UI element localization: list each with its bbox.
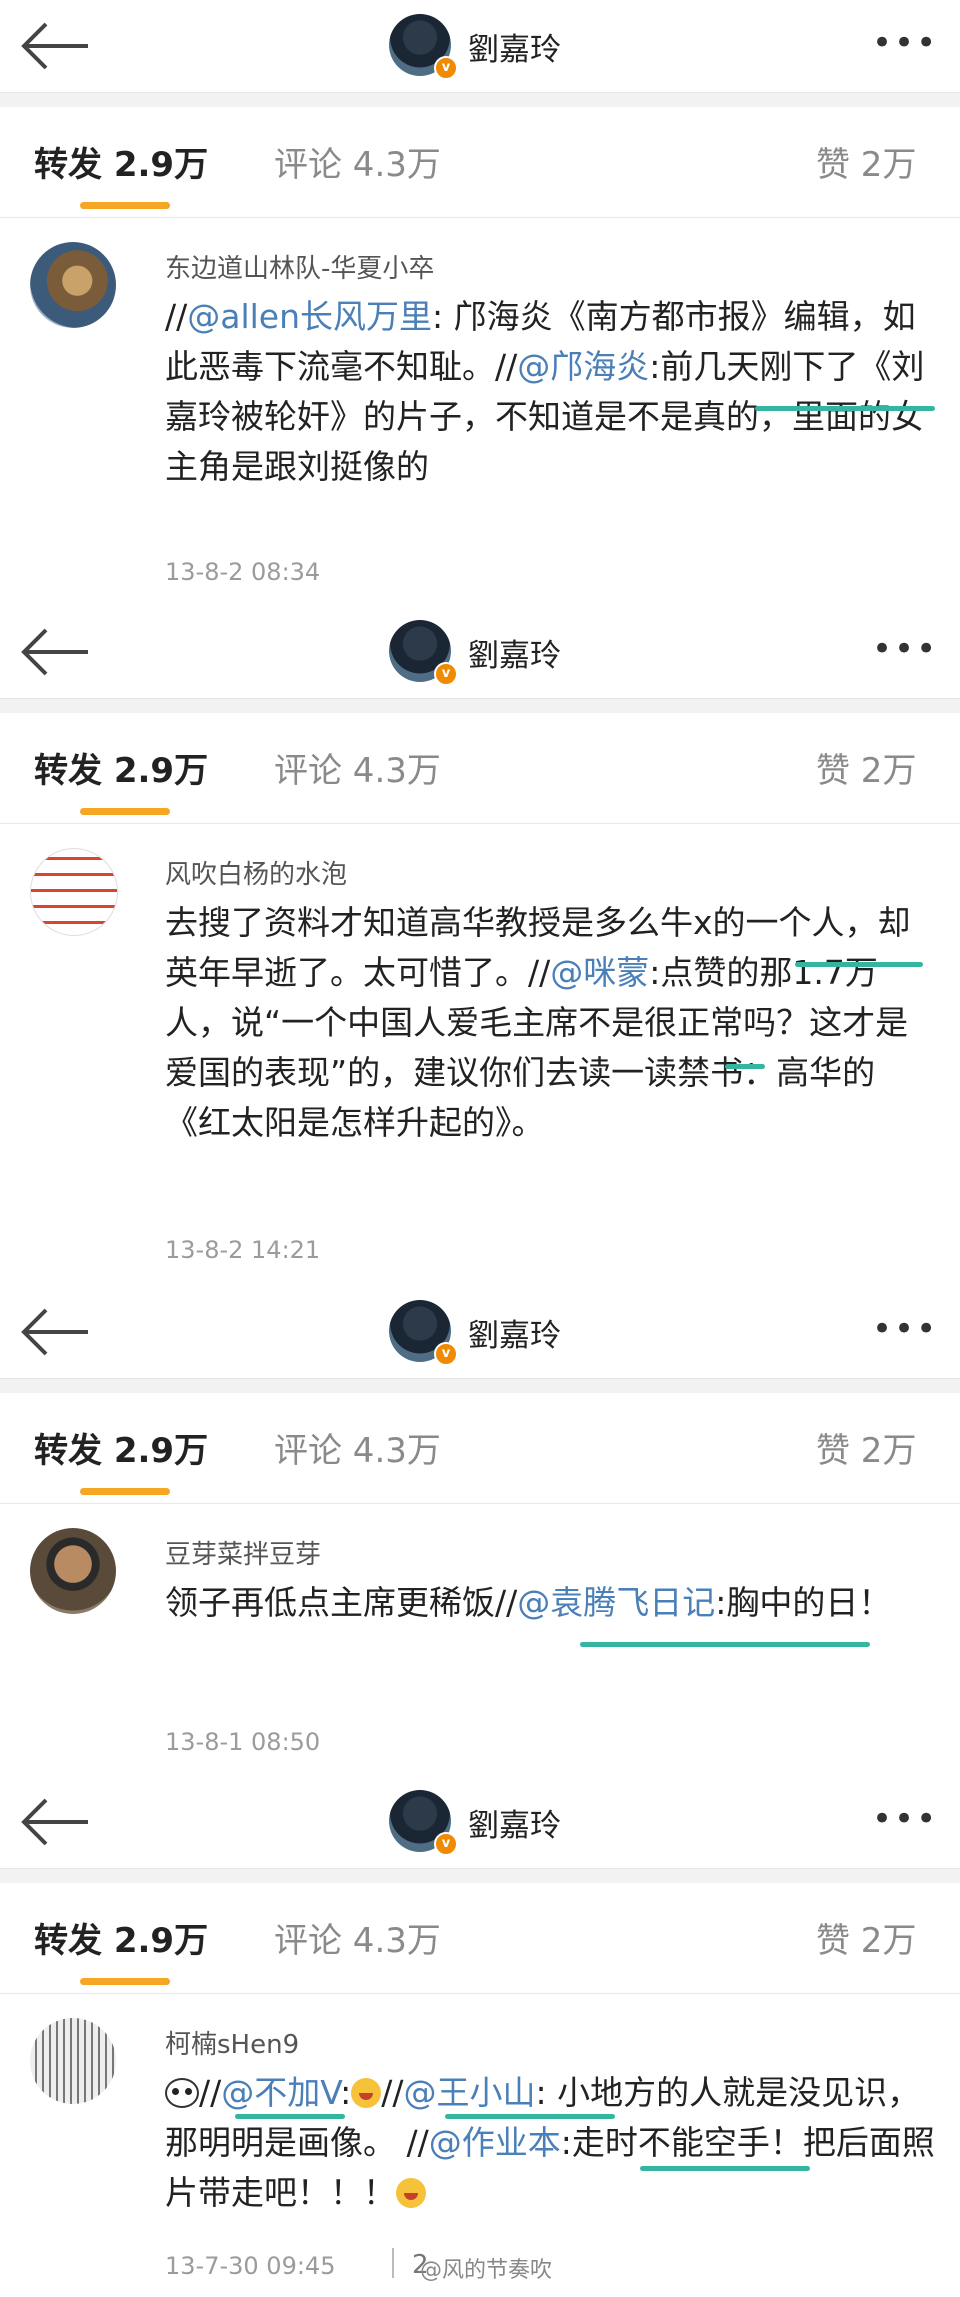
post-text: //@allen长风万里: 邝海炎《南方都市报》编辑，如此恶毒下流毫不知耻。//… — [165, 292, 940, 492]
repost-item: 风吹白杨的水泡 去搜了资料才知道高华教授是多么牛x的一个人，却英年早逝了。太可惜… — [0, 824, 960, 1286]
timestamp: 13-8-2 14:21 — [165, 1236, 321, 1264]
tab-bar: 转发 2.9万 评论 4.3万 赞 2万 — [0, 1883, 960, 1994]
tab-like[interactable]: 赞 2万 — [816, 1913, 916, 1962]
more-options-icon[interactable]: ••• — [872, 1802, 938, 1838]
post-text-segment: :胸中的日！ — [715, 1583, 892, 1622]
highlight-mark — [445, 2114, 615, 2119]
top-bar: v 劉嘉玲 ••• — [0, 1776, 960, 1869]
tab-repost[interactable]: 转发 2.9万 — [34, 743, 208, 792]
tab-like[interactable]: 赞 2万 — [816, 743, 916, 792]
user-name[interactable]: 风吹白杨的水泡 — [165, 854, 347, 891]
back-arrow-icon[interactable] — [20, 1796, 90, 1848]
tab-repost[interactable]: 转发 2.9万 — [34, 1423, 208, 1472]
repost-item: 豆芽菜拌豆芽 领子再低点主席更稀饭//@袁腾飞日记:胸中的日！ 13-8-1 0… — [0, 1504, 960, 1776]
verified-badge-icon: v — [434, 1832, 458, 1856]
user-avatar[interactable] — [30, 242, 116, 328]
weibo-panel-2: v 劉嘉玲 ••• 转发 2.9万 评论 4.3万 赞 2万 风吹白杨的水泡 去… — [0, 606, 960, 1286]
timestamp: 13-7-30 09:45 — [165, 2252, 336, 2280]
user-name[interactable]: 东边道山林队-华夏小卒 — [165, 248, 434, 285]
verified-badge-icon: v — [434, 1342, 458, 1366]
top-bar: v 劉嘉玲 ••• — [0, 0, 960, 93]
tab-underline — [80, 1488, 170, 1495]
mention-link[interactable]: @allen长风万里 — [187, 297, 432, 336]
mention-link[interactable]: @不加V — [221, 2073, 340, 2112]
profile-name: 劉嘉玲 — [468, 1808, 561, 1844]
highlight-mark — [640, 2166, 810, 2171]
mention-link[interactable]: @邝海炎 — [517, 347, 649, 386]
tab-underline — [80, 1978, 170, 1985]
post-text: 领子再低点主席更稀饭//@袁腾飞日记:胸中的日！ — [165, 1578, 940, 1628]
profile-name: 劉嘉玲 — [468, 1318, 561, 1354]
more-options-icon[interactable]: ••• — [872, 26, 938, 62]
post-text-segment: // — [165, 297, 188, 336]
tab-like[interactable]: 赞 2万 — [816, 1423, 916, 1472]
mention-link[interactable]: @王小山 — [404, 2073, 536, 2112]
more-options-icon[interactable]: ••• — [872, 1312, 938, 1348]
weibo-panel-1: v 劉嘉玲 ••• 转发 2.9万 评论 4.3万 赞 2万 东边道山林队-华夏… — [0, 0, 960, 606]
laugh-emoji-icon — [351, 2078, 382, 2108]
back-arrow-icon[interactable] — [20, 20, 90, 72]
post-text-segment: // — [199, 2073, 222, 2112]
divider — [392, 2248, 410, 2278]
tab-comment[interactable]: 评论 4.3万 — [274, 137, 441, 186]
tab-repost[interactable]: 转发 2.9万 — [34, 137, 208, 186]
more-options-icon[interactable]: ••• — [872, 632, 938, 668]
post-text-segment: : — [340, 2073, 352, 2112]
tab-comment[interactable]: 评论 4.3万 — [274, 1913, 441, 1962]
post-text: 去搜了资料才知道高华教授是多么牛x的一个人，却英年早逝了。太可惜了。//@咪蒙:… — [165, 898, 940, 1148]
verified-badge-icon: v — [434, 662, 458, 686]
panda-emoji-icon — [165, 2078, 199, 2108]
tab-bar: 转发 2.9万 评论 4.3万 赞 2万 — [0, 1393, 960, 1504]
laugh-emoji-icon — [396, 2178, 426, 2208]
tab-bar: 转发 2.9万 评论 4.3万 赞 2万 — [0, 107, 960, 218]
user-name[interactable]: 豆芽菜拌豆芽 — [165, 1534, 321, 1571]
profile-name: 劉嘉玲 — [468, 638, 561, 674]
weibo-panel-4: v 劉嘉玲 ••• 转发 2.9万 评论 4.3万 赞 2万 柯楠sHen9 /… — [0, 1776, 960, 2297]
tab-comment[interactable]: 评论 4.3万 — [274, 743, 441, 792]
repost-item: 东边道山林队-华夏小卒 //@allen长风万里: 邝海炎《南方都市报》编辑，如… — [0, 218, 960, 606]
weibo-panel-3: v 劉嘉玲 ••• 转发 2.9万 评论 4.3万 赞 2万 豆芽菜拌豆芽 领子… — [0, 1286, 960, 1776]
back-arrow-icon[interactable] — [20, 626, 90, 678]
watermark: @风的节奏吹 — [420, 2258, 553, 2283]
back-arrow-icon[interactable] — [20, 1306, 90, 1358]
top-bar: v 劉嘉玲 ••• — [0, 1286, 960, 1379]
profile-name: 劉嘉玲 — [468, 32, 561, 68]
user-avatar[interactable] — [30, 2018, 116, 2104]
highlight-mark — [235, 2114, 345, 2119]
highlight-mark — [795, 962, 923, 967]
post-text: //@不加V://@王小山: 小地方的人就是没见识，那明明是画像。 //@作业本… — [165, 2068, 940, 2218]
user-name[interactable]: 柯楠sHen9 — [165, 2024, 299, 2061]
repost-item: 柯楠sHen9 //@不加V://@王小山: 小地方的人就是没见识，那明明是画像… — [0, 1994, 960, 2297]
user-avatar[interactable] — [30, 848, 118, 936]
highlight-mark — [725, 1064, 765, 1069]
mention-link[interactable]: @袁腾飞日记 — [517, 1583, 715, 1622]
user-avatar[interactable] — [30, 1528, 116, 1614]
tab-bar: 转发 2.9万 评论 4.3万 赞 2万 — [0, 713, 960, 824]
tab-like[interactable]: 赞 2万 — [816, 137, 916, 186]
highlight-mark — [580, 1642, 870, 1647]
highlight-mark — [755, 406, 935, 411]
top-bar: v 劉嘉玲 ••• — [0, 606, 960, 699]
timestamp: 13-8-1 08:50 — [165, 1728, 321, 1756]
verified-badge-icon: v — [434, 56, 458, 80]
timestamp: 13-8-2 08:34 — [165, 558, 321, 586]
tab-repost[interactable]: 转发 2.9万 — [34, 1913, 208, 1962]
tab-underline — [80, 808, 170, 815]
mention-link[interactable]: @咪蒙 — [550, 953, 649, 992]
mention-link[interactable]: @作业本 — [429, 2123, 561, 2162]
tab-comment[interactable]: 评论 4.3万 — [274, 1423, 441, 1472]
post-text-segment: // — [381, 2073, 404, 2112]
post-text-segment: 领子再低点主席更稀饭// — [165, 1583, 518, 1622]
tab-underline — [80, 202, 170, 209]
